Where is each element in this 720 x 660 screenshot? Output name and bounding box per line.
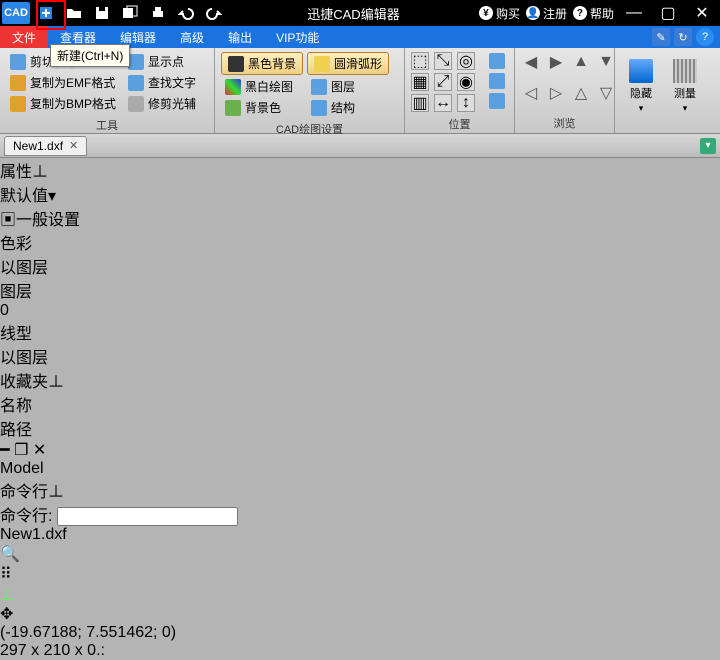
smooth-arc-button[interactable]: 圆滑弧形 (307, 52, 389, 75)
maximize-button[interactable]: ▢ (654, 0, 682, 26)
open-file-button[interactable] (60, 0, 88, 26)
prop-group-general[interactable]: ▣一般设置 (0, 206, 720, 230)
properties-panel-title: 属性⊥ (0, 158, 720, 182)
browse-grid: ◀▶▲▼ ◁▷△▽ (521, 52, 618, 111)
new-file-button[interactable] (32, 0, 60, 26)
structure-button[interactable]: 结构 (307, 98, 389, 117)
pin-icon[interactable]: ⊥ (48, 484, 64, 501)
pos-extra-1[interactable] (485, 52, 509, 70)
status-tool-3[interactable]: ⊥ (0, 584, 720, 604)
ribbon-group-browse-label: 浏览 (515, 115, 614, 133)
prop-row-linetype[interactable]: 线型以图层 (0, 320, 720, 368)
prop-row-color[interactable]: 色彩以图层 (0, 230, 720, 278)
status-tool-1[interactable]: 🔍 (0, 544, 720, 564)
redo-button[interactable] (200, 0, 228, 26)
help-edit-icon[interactable]: ✎ (652, 28, 670, 46)
pin-icon[interactable]: ⊥ (48, 374, 64, 391)
layer-button[interactable]: 图层 (307, 77, 389, 96)
command-input[interactable] (57, 507, 238, 526)
nav-up[interactable]: ▲ (571, 52, 591, 72)
pos-btn-5[interactable]: ⤢ (434, 73, 452, 91)
app-title: 迅捷CAD编辑器 (228, 4, 479, 23)
ribbon-group-tools-label: 工具 (0, 117, 214, 135)
buy-button[interactable]: ¥购买 (479, 5, 520, 22)
menu-advanced[interactable]: 高级 (168, 26, 216, 48)
pos-btn-9[interactable]: ↕ (457, 94, 475, 112)
pos-btn-1[interactable]: ⬚ (411, 52, 429, 70)
status-coords: (-19.67188; 7.551462; 0) (0, 624, 720, 642)
bw-draw-button[interactable]: 黑白绘图 (221, 77, 303, 96)
command-panel-title: 命令行⊥ (0, 478, 720, 502)
prop-row-layer[interactable]: 图层0 (0, 278, 720, 320)
nav-7[interactable]: △ (571, 83, 591, 103)
close-button[interactable]: ✕ (688, 0, 716, 26)
status-file: New1.dxf (0, 526, 720, 544)
canvas-min-icon[interactable]: ━ (0, 442, 10, 459)
fav-col-path[interactable]: 路径 (0, 416, 720, 440)
fav-col-name[interactable]: 名称 (0, 392, 720, 416)
properties-combo[interactable]: 默认值▾ (0, 182, 720, 206)
title-bar: CAD 迅捷CAD编辑器 ¥购买 👤注册 ?帮助 — ▢ ✕ (0, 0, 720, 26)
copy-bmp-button[interactable]: 复制为BMP格式 (6, 94, 120, 113)
black-bg-button[interactable]: 黑色背景 (221, 52, 303, 75)
show-point-button[interactable]: 显示点 (124, 52, 200, 71)
tooltip-new: 新建(Ctrl+N) (50, 44, 130, 67)
pos-btn-7[interactable]: ▥ (411, 94, 429, 112)
menu-file[interactable]: 文件 (0, 26, 48, 48)
model-tab[interactable]: Model (0, 460, 720, 478)
copy-emf-button[interactable]: 复制为EMF格式 (6, 73, 120, 92)
status-bar: New1.dxf 🔍 ⠿ ⊥ ✥ (-19.67188; 7.551462; 0… (0, 526, 720, 660)
print-button[interactable] (144, 0, 172, 26)
save-as-button[interactable] (116, 0, 144, 26)
tab-close-icon[interactable]: ✕ (69, 139, 78, 152)
save-button[interactable] (88, 0, 116, 26)
measure-button[interactable]: 测量▾ (665, 52, 705, 115)
doc-dropdown-icon[interactable]: ▾ (700, 138, 716, 154)
hide-button[interactable]: 隐藏▾ (621, 52, 661, 115)
pos-btn-8[interactable]: ↔ (434, 94, 452, 112)
position-grid: ⬚ ⤡ ◎ ▦ ⤢ ◉ ▥ ↔ ↕ (411, 52, 477, 112)
help-button[interactable]: ?帮助 (573, 5, 614, 22)
undo-button[interactable] (172, 0, 200, 26)
nav-6[interactable]: ▷ (546, 83, 566, 103)
nav-down[interactable]: ▼ (596, 52, 616, 72)
nav-left[interactable]: ◀ (521, 52, 541, 72)
command-prompt-label: 命令行: (0, 508, 52, 525)
status-dims: 297 x 210 x 0.: (0, 642, 720, 660)
ribbon-group-position-label: 位置 (405, 116, 514, 134)
ribbon-group-cad-label: CAD绘图设置 (215, 121, 404, 139)
help-reset-icon[interactable]: ↻ (674, 28, 692, 46)
minimize-button[interactable]: — (620, 0, 648, 26)
pin-icon[interactable]: ⊥ (32, 164, 48, 181)
pos-extra-3[interactable] (485, 92, 509, 110)
favorites-panel-title: 收藏夹⊥ (0, 368, 720, 392)
find-text-button[interactable]: 查找文字 (124, 73, 200, 92)
pos-extra-2[interactable] (485, 72, 509, 90)
pos-btn-6[interactable]: ◉ (457, 73, 475, 91)
canvas-max-icon[interactable]: ❐ (14, 442, 28, 459)
status-tool-2[interactable]: ⠿ (0, 564, 720, 584)
drawing-canvas[interactable]: ━ ❐ ✕ (0, 440, 720, 460)
app-logo[interactable]: CAD (2, 2, 30, 24)
menu-vip[interactable]: VIP功能 (264, 26, 331, 48)
register-button[interactable]: 👤注册 (526, 5, 567, 22)
trim-highlight-button[interactable]: 修剪光辅 (124, 94, 200, 113)
pos-btn-2[interactable]: ⤡ (434, 52, 452, 70)
help-question-icon[interactable]: ? (696, 28, 714, 46)
nav-right[interactable]: ▶ (546, 52, 566, 72)
favorites-columns: 名称 路径 (0, 392, 720, 440)
menu-output[interactable]: 输出 (216, 26, 264, 48)
command-input-row: 命令行: (0, 502, 720, 526)
nav-8[interactable]: ▽ (596, 83, 616, 103)
properties-table: ▣一般设置 色彩以图层 图层0 线型以图层 (0, 206, 720, 368)
canvas-close-icon[interactable]: ✕ (33, 442, 46, 459)
document-tab[interactable]: New1.dxf✕ (4, 136, 87, 156)
pos-btn-3[interactable]: ◎ (457, 52, 475, 70)
status-tool-4[interactable]: ✥ (0, 604, 720, 624)
pos-btn-4[interactable]: ▦ (411, 73, 429, 91)
nav-5[interactable]: ◁ (521, 83, 541, 103)
bg-color-button[interactable]: 背景色 (221, 98, 303, 117)
